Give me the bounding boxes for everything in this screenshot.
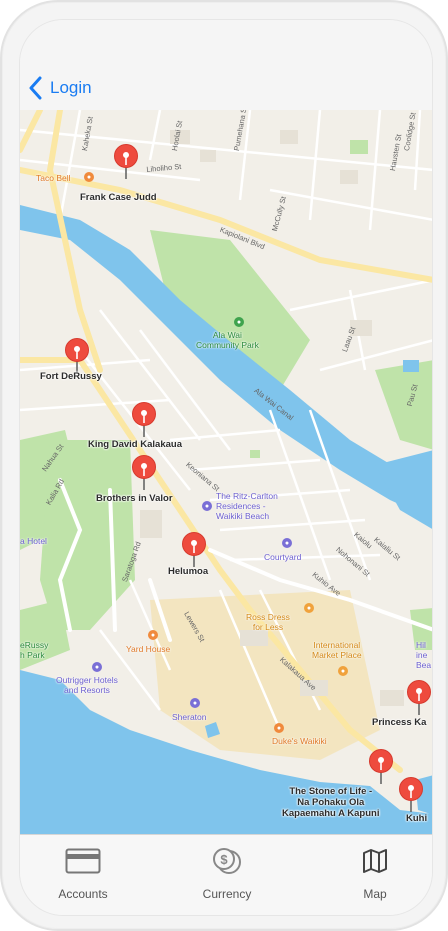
map-icon — [362, 845, 388, 877]
map-pin-icon — [114, 144, 138, 179]
shopping-icon: ● — [304, 603, 314, 613]
tab-bar: Accounts $ Currency Map — [20, 834, 432, 915]
place-label[interactable]: Taco Bell — [36, 173, 71, 183]
place-label[interactable]: Outrigger Hotels and Resorts — [56, 675, 118, 695]
map-pin[interactable] — [130, 455, 156, 491]
device-frame: Login Kapiolani Blvd Ala Wai Canal Kalak… — [0, 0, 448, 931]
back-button-label: Login — [50, 78, 92, 97]
place-label[interactable]: Yard House — [126, 644, 170, 654]
chevron-left-icon — [28, 76, 42, 100]
place-label[interactable]: Ross Dress for Less — [246, 612, 290, 632]
tab-label: Accounts — [58, 887, 108, 901]
map-pin-label: The Stone of Life - Na Pohaku Ola Kapaem… — [282, 786, 380, 819]
map-pin-label: Kuhi — [406, 813, 428, 824]
navigation-bar: Login — [20, 20, 432, 111]
tab-map[interactable]: Map — [320, 845, 430, 905]
food-icon: ● — [84, 172, 94, 182]
map-pin[interactable] — [112, 144, 138, 180]
food-icon: ● — [274, 723, 284, 733]
map-pin[interactable] — [405, 680, 431, 716]
place-label[interactable]: Hil ine Bea — [416, 640, 431, 670]
map-pin-icon — [407, 680, 431, 715]
place-label[interactable]: Duke's Waikiki — [272, 736, 327, 746]
park-icon: ● — [234, 317, 244, 327]
map-pin-icon — [399, 777, 423, 812]
map-pin-label: Brothers in Valor — [96, 493, 173, 504]
shopping-icon: ● — [338, 666, 348, 676]
place-label[interactable]: Ala Wai Community Park — [196, 330, 259, 350]
place-label[interactable]: The Ritz-Carlton Residences - Waikiki Be… — [216, 491, 278, 521]
map-pin-icon — [182, 532, 206, 567]
map-pin[interactable] — [130, 402, 156, 438]
tab-currency[interactable]: $ Currency — [172, 845, 282, 905]
place-label[interactable]: a Hotel — [20, 536, 47, 546]
hotel-icon: ● — [202, 501, 212, 511]
place-label[interactable]: Sheraton — [172, 712, 207, 722]
map-pin-icon — [132, 455, 156, 490]
map-pin-label: Frank Case Judd — [80, 192, 157, 203]
hotel-icon: ● — [282, 538, 292, 548]
coins-icon: $ — [212, 845, 242, 877]
map-pin-label: Helumoa — [168, 566, 209, 577]
place-label[interactable]: International Market Place — [312, 640, 362, 660]
map-pin[interactable] — [367, 749, 393, 785]
map-pin-icon — [369, 749, 393, 784]
food-icon: ● — [148, 630, 158, 640]
hotel-icon: ● — [92, 662, 102, 672]
tab-accounts[interactable]: Accounts — [28, 845, 138, 905]
map-pin-icon — [132, 402, 156, 437]
tab-label: Currency — [202, 887, 252, 901]
svg-text:$: $ — [220, 852, 228, 867]
place-label[interactable]: eRussy h Park — [20, 640, 48, 660]
place-label[interactable]: Courtyard — [264, 552, 301, 562]
map-pin[interactable] — [397, 777, 423, 813]
map-pin[interactable] — [63, 338, 89, 374]
credit-card-icon — [65, 845, 101, 877]
back-button[interactable]: Login — [28, 74, 92, 102]
phone-screen: Login Kapiolani Blvd Ala Wai Canal Kalak… — [19, 19, 433, 916]
map-pin-label: Princess Ka — [372, 717, 427, 728]
map-pin-label: Fort DeRussy — [40, 371, 102, 382]
map-pin[interactable] — [180, 532, 206, 568]
tab-label: Map — [363, 887, 387, 901]
map-pin-label: King David Kalakaua — [88, 439, 182, 450]
map-view[interactable]: Kapiolani Blvd Ala Wai Canal Kalakaua Av… — [20, 110, 432, 834]
map-pin-icon — [65, 338, 89, 373]
hotel-icon: ● — [190, 698, 200, 708]
